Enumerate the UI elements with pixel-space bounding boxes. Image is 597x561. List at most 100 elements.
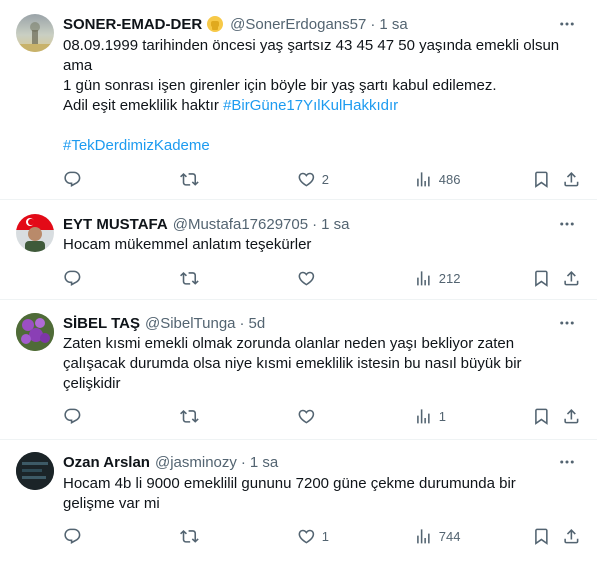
reply-button[interactable] [63, 527, 82, 546]
bookmark-button[interactable] [532, 170, 551, 189]
separator-dot: · [370, 15, 376, 33]
more-options-icon[interactable] [555, 313, 579, 333]
separator-dot: · [312, 215, 318, 233]
user-handle[interactable]: @Mustafa17629705 [173, 216, 308, 233]
bookmark-icon [535, 528, 548, 545]
display-name[interactable]: EYT MUSTAFA [63, 216, 168, 233]
retweet-icon [180, 530, 199, 543]
more-options-icon[interactable] [555, 214, 579, 234]
reply-icon [64, 171, 81, 187]
user-handle[interactable]: @SibelTunga [145, 315, 236, 332]
like-button[interactable] [297, 269, 316, 288]
tweet-2[interactable]: EYT MUSTAFA @Mustafa17629705 · 1 sa Hoca… [0, 200, 597, 300]
views-button[interactable]: 744 [414, 527, 460, 546]
avatar[interactable] [16, 14, 54, 52]
avatar[interactable] [16, 313, 54, 351]
avatar-figure-icon [16, 22, 54, 52]
share-button[interactable] [562, 269, 581, 288]
more-options-icon[interactable] [555, 14, 579, 34]
timestamp[interactable]: 1 sa [321, 216, 349, 233]
reply-button[interactable] [63, 170, 82, 189]
analytics-icon [417, 409, 430, 424]
text-line: Hocam 4b li 9000 emeklilil gununu 7200 g… [63, 475, 516, 492]
tweet-actions: 212 [0, 269, 597, 289]
view-count: 744 [438, 528, 461, 544]
view-count: 486 [438, 171, 461, 187]
tweet-text: Zaten kısmi emekli olmak zorunda olanlar… [63, 334, 563, 394]
tweet-actions: 1 [0, 407, 597, 427]
like-count: 2 [321, 171, 329, 187]
user-handle[interactable]: @SonerErdogans57 [230, 16, 366, 33]
like-button[interactable]: 1 [297, 527, 329, 546]
avatar-dark-screen-icon [16, 452, 54, 490]
views-button[interactable]: 1 [414, 407, 446, 426]
share-button[interactable] [562, 407, 581, 426]
heart-icon [298, 172, 315, 187]
text-line: çelişkidir [63, 375, 121, 392]
views-button[interactable]: 212 [414, 269, 460, 288]
tweet-4[interactable]: Ozan Arslan @jasminozy · 1 sa Hocam 4b l… [0, 440, 597, 561]
text-line: çalışacak durumda olsa niye kısmi emekli… [63, 355, 522, 372]
timestamp[interactable]: 1 sa [379, 16, 407, 33]
user-handle[interactable]: @jasminozy [155, 454, 237, 471]
more-options-icon[interactable] [555, 452, 579, 472]
bookmark-icon [535, 171, 548, 188]
tweet-text: Hocam mükemmel anlatım teşekürler [63, 235, 563, 255]
analytics-icon [417, 172, 430, 187]
bookmark-icon [535, 408, 548, 425]
bookmark-button[interactable] [532, 527, 551, 546]
reply-button[interactable] [63, 269, 82, 288]
reply-button[interactable] [63, 407, 82, 426]
text-line: 08.09.1999 tarihinden öncesi yaş şartsız… [63, 37, 560, 54]
bookmark-button[interactable] [532, 269, 551, 288]
retweet-button[interactable] [180, 407, 199, 426]
display-name[interactable]: SİBEL TAŞ [63, 315, 140, 332]
tweet-header: SONER-EMAD-DER @SonerErdogans57 · 1 sa [63, 14, 408, 34]
raised-fist-icon [206, 15, 224, 33]
text-line: 1 gün sonrası işen girenler için böyle b… [63, 77, 497, 94]
share-icon [564, 409, 579, 424]
text-line: ama [63, 57, 93, 74]
retweet-icon [180, 173, 199, 186]
avatar[interactable] [16, 452, 54, 490]
text-segment: Adil eşit emeklilik haktır [63, 97, 219, 114]
display-name[interactable]: SONER-EMAD-DER [63, 16, 202, 33]
display-name[interactable]: Ozan Arslan [63, 454, 150, 471]
tweet-text: 08.09.1999 tarihinden öncesi yaş şartsız… [63, 36, 563, 156]
share-button[interactable] [562, 170, 581, 189]
tweet-3[interactable]: SİBEL TAŞ @SibelTunga · 5d Zaten kısmi e… [0, 300, 597, 440]
avatar[interactable] [16, 214, 54, 252]
reply-icon [64, 408, 81, 424]
like-button[interactable]: 2 [297, 170, 329, 189]
avatar-person-flag-icon [16, 214, 54, 252]
share-icon [564, 529, 579, 544]
bookmark-button[interactable] [532, 407, 551, 426]
tweet-1[interactable]: SONER-EMAD-DER @SonerErdogans57 · 1 sa 0… [0, 0, 597, 200]
heart-icon [298, 529, 315, 544]
tweet-header: Ozan Arslan @jasminozy · 1 sa [63, 452, 278, 472]
text-line: Adil eşit emeklilik haktır #BirGüne17Yıl… [63, 96, 563, 116]
heart-icon [298, 409, 315, 424]
retweet-icon [180, 410, 199, 423]
retweet-button[interactable] [180, 269, 199, 288]
timestamp[interactable]: 5d [249, 315, 266, 332]
hashtag-link[interactable]: #BirGüne17YılKulHakkıdır [223, 97, 398, 114]
retweet-button[interactable] [180, 527, 199, 546]
tweet-header: SİBEL TAŞ @SibelTunga · 5d [63, 313, 265, 333]
tweet-text: Hocam 4b li 9000 emeklilil gununu 7200 g… [63, 474, 563, 514]
like-button[interactable] [297, 407, 316, 426]
retweet-button[interactable] [180, 170, 199, 189]
timestamp[interactable]: 1 sa [250, 454, 278, 471]
share-icon [564, 271, 579, 286]
text-line: Zaten kısmi emekli olmak zorunda olanlar… [63, 335, 515, 352]
tweet-actions: 2 486 [0, 170, 597, 190]
retweet-icon [180, 272, 199, 285]
hashtag-link[interactable]: #TekDerdimizKademe [63, 136, 563, 156]
share-button[interactable] [562, 527, 581, 546]
view-count: 1 [438, 408, 446, 424]
analytics-icon [417, 271, 430, 286]
tweet-header: EYT MUSTAFA @Mustafa17629705 · 1 sa [63, 214, 349, 234]
heart-icon [298, 271, 315, 286]
views-button[interactable]: 486 [414, 170, 460, 189]
analytics-icon [417, 529, 430, 544]
